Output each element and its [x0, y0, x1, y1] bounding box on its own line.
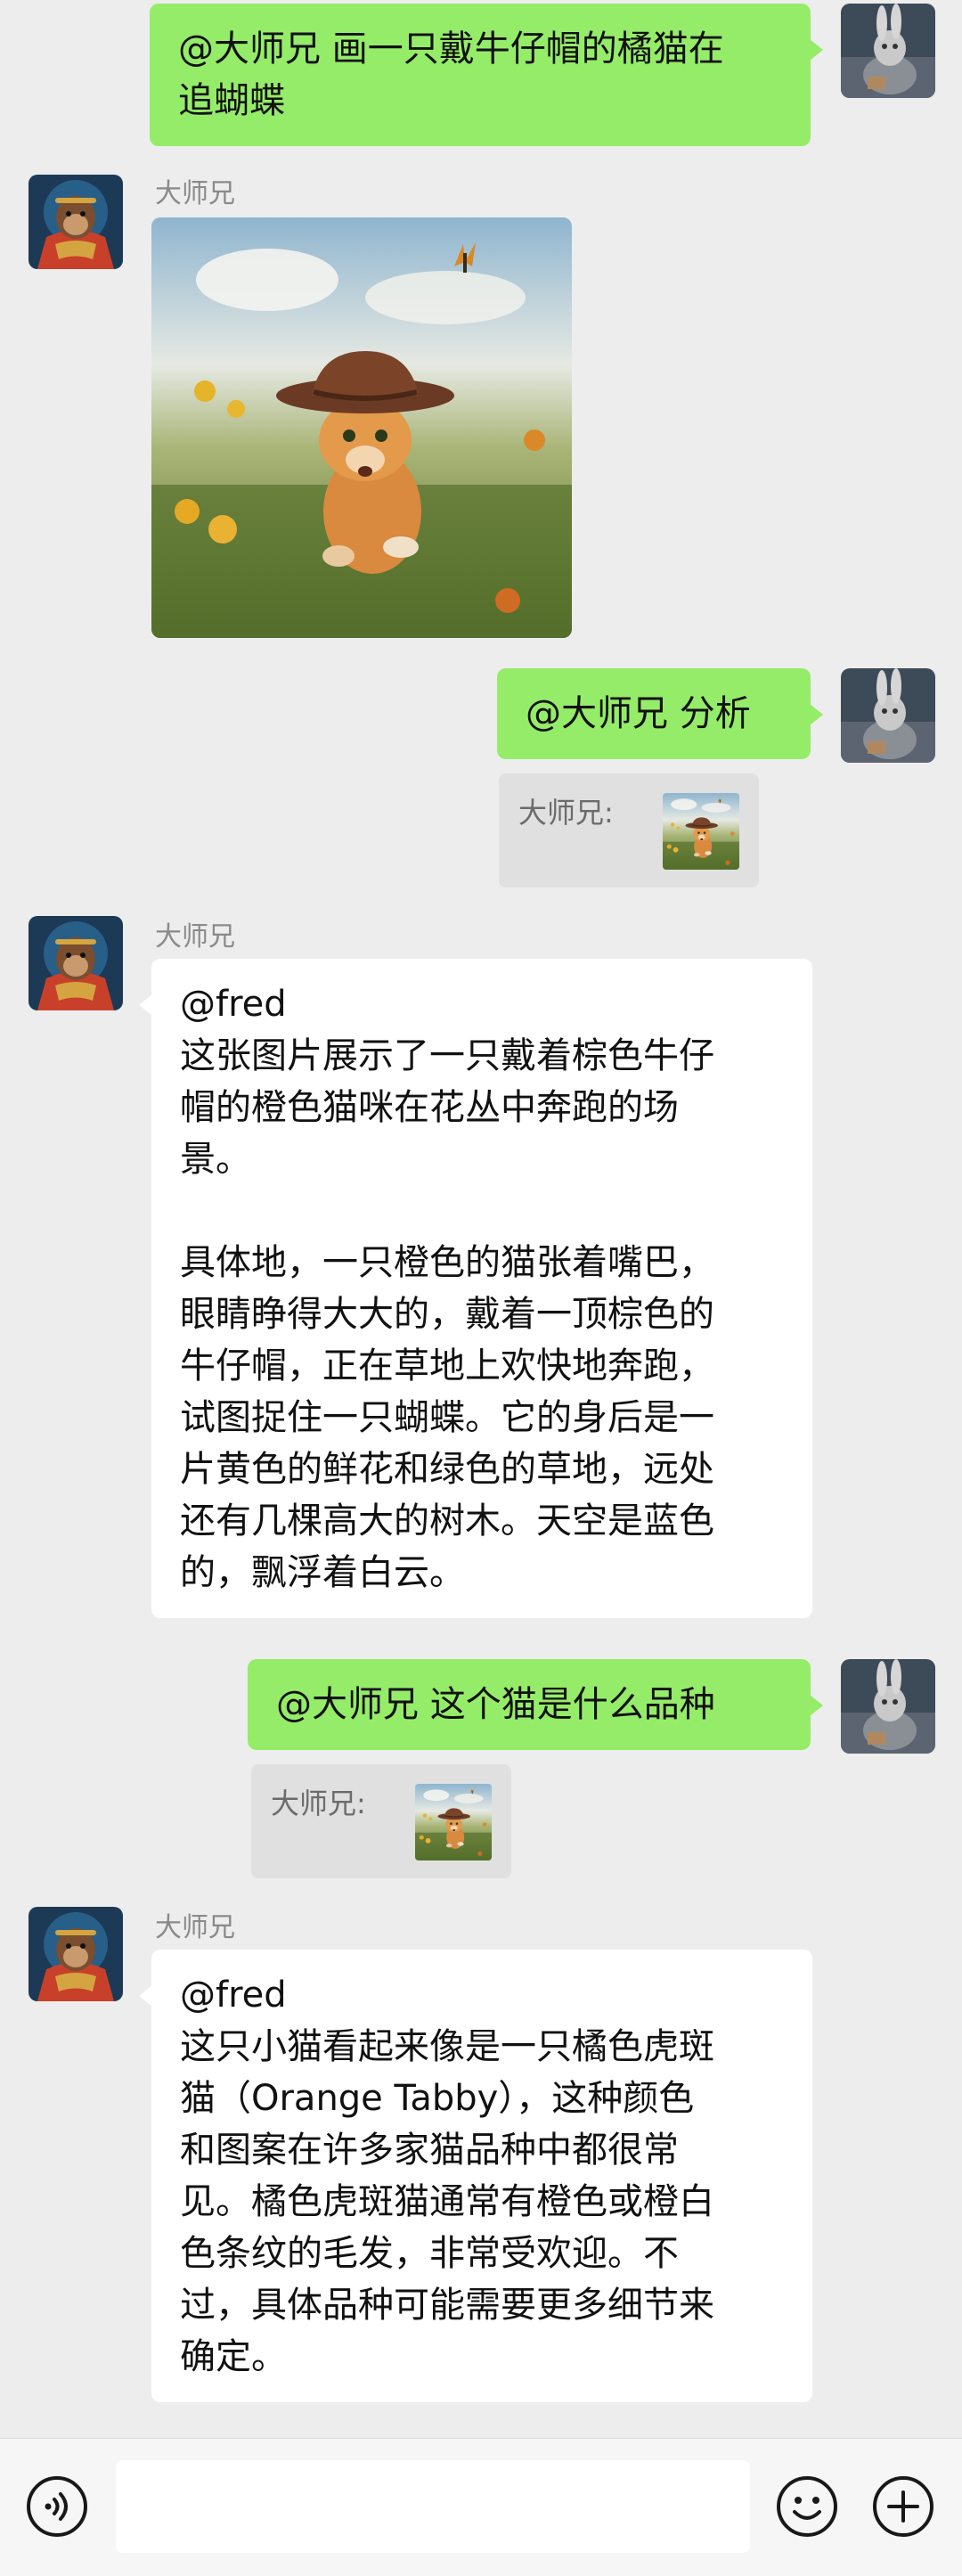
sent-message-bubble[interactable]: @大师兄 这个猫是什么品种	[248, 1659, 823, 1750]
received-message-bubble[interactable]: @fred 这只小猫看起来像是一只橘色虎斑 猫（Orange Tabby），这种…	[139, 1950, 812, 2402]
cat-cowboy-hat-image	[151, 217, 572, 638]
cat-image-message[interactable]	[151, 217, 572, 638]
bot-avatar[interactable]	[29, 175, 123, 269]
sent-message-bubble[interactable]: @大师兄 画一只戴牛仔帽的橘猫在 追蝴蝶	[150, 4, 823, 146]
plus-icon[interactable]	[871, 2474, 935, 2539]
quoted-message[interactable]: 大师兄:	[251, 1764, 511, 1878]
quote-label: 大师兄:	[271, 1787, 366, 1820]
bot-avatar[interactable]	[29, 916, 123, 1010]
sender-name: 大师兄	[155, 921, 235, 953]
message-input[interactable]	[116, 2460, 750, 2553]
user-avatar[interactable]	[841, 668, 935, 763]
quoted-message[interactable]: 大师兄:	[499, 773, 759, 887]
sent-message-bubble[interactable]: @大师兄 分析	[497, 668, 823, 759]
bot-avatar[interactable]	[29, 1907, 123, 2001]
chat-area[interactable]: @大师兄 画一只戴牛仔帽的橘猫在 追蝴蝶 大师兄 @大师兄 分析 大师兄: 大师…	[0, 0, 962, 2438]
input-bar	[0, 2438, 962, 2576]
user-avatar[interactable]	[841, 1659, 935, 1754]
voice-icon[interactable]	[25, 2474, 89, 2539]
quote-label: 大师兄:	[518, 796, 614, 830]
quote-thumbnail	[415, 1784, 492, 1860]
received-message-bubble[interactable]: @fred 这张图片展示了一只戴着棕色牛仔 帽的橙色猫咪在花丛中奔跑的场 景。 …	[139, 959, 812, 1618]
sender-name: 大师兄	[155, 1912, 235, 1943]
emoji-icon[interactable]	[775, 2474, 839, 2539]
user-avatar[interactable]	[841, 4, 935, 98]
sender-name: 大师兄	[155, 178, 235, 209]
quote-thumbnail	[663, 793, 739, 870]
